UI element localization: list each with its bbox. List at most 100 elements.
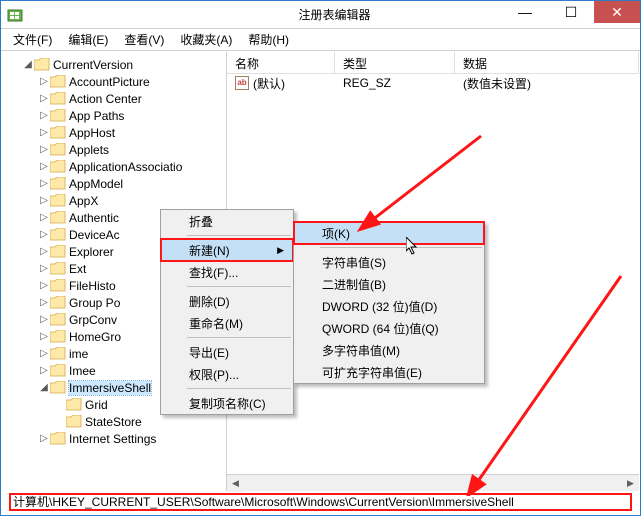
- maximize-button[interactable]: ☐: [548, 1, 594, 23]
- expander-icon[interactable]: ▷: [38, 76, 50, 87]
- tree-item[interactable]: ▷App Paths: [2, 107, 226, 124]
- expander-icon[interactable]: ▷: [38, 178, 50, 189]
- scroll-left-button[interactable]: ◀: [227, 476, 244, 492]
- ctx-delete[interactable]: 删除(D): [161, 290, 293, 312]
- tree-label: HomeGro: [69, 330, 121, 344]
- cell-type: REG_SZ: [335, 75, 455, 91]
- col-type[interactable]: 类型: [335, 52, 455, 73]
- submenu-arrow-icon: ▶: [277, 245, 284, 256]
- folder-icon: [50, 381, 66, 394]
- expander-icon[interactable]: ▷: [38, 144, 50, 155]
- list-row[interactable]: ab (默认) REG_SZ (数值未设置): [227, 74, 639, 92]
- expander-icon[interactable]: ▷: [38, 127, 50, 138]
- folder-icon: [50, 245, 66, 258]
- expander-icon[interactable]: ▷: [38, 314, 50, 325]
- tree-item[interactable]: ▷ Applets: [2, 141, 226, 158]
- expander-icon[interactable]: ▷: [38, 263, 50, 274]
- ctx-new-string[interactable]: 字符串值(S): [294, 251, 484, 273]
- folder-icon: [50, 364, 66, 377]
- menubar: 文件(F) 编辑(E) 查看(V) 收藏夹(A) 帮助(H): [1, 29, 640, 51]
- ctx-new-key[interactable]: 项(K): [294, 222, 484, 244]
- tree-label: ime: [69, 347, 88, 361]
- tree-item[interactable]: StateStore: [2, 413, 226, 430]
- expander-icon[interactable]: ▷: [38, 246, 50, 257]
- tree-item[interactable]: ▷ Internet Settings: [2, 430, 226, 447]
- scroll-right-button[interactable]: ▶: [622, 475, 639, 491]
- close-button[interactable]: ✕: [594, 1, 640, 23]
- folder-icon: [66, 415, 82, 428]
- expander-icon[interactable]: ▷: [38, 93, 50, 104]
- minimize-button[interactable]: —: [502, 1, 548, 23]
- tree-item[interactable]: ◢ CurrentVersion: [2, 56, 226, 73]
- folder-icon: [50, 177, 66, 190]
- col-name[interactable]: 名称: [227, 52, 335, 73]
- tree-label: Grid: [85, 398, 108, 412]
- cell-data: (数值未设置): [455, 74, 639, 93]
- ctx-new-binary[interactable]: 二进制值(B): [294, 273, 484, 295]
- tree-item[interactable]: ▷AccountPicture: [2, 73, 226, 90]
- expander-icon[interactable]: ▷: [38, 297, 50, 308]
- expander-icon[interactable]: ▷: [38, 195, 50, 206]
- folder-icon: [50, 432, 66, 445]
- tree-item[interactable]: ▷AppHost: [2, 124, 226, 141]
- expander-icon[interactable]: ▷: [38, 365, 50, 376]
- context-menu-new: 项(K) 字符串值(S) 二进制值(B) DWORD (32 位)值(D) QW…: [293, 221, 485, 384]
- ctx-collapse[interactable]: 折叠: [161, 210, 293, 232]
- expander-icon[interactable]: ▷: [38, 229, 50, 240]
- menu-file[interactable]: 文件(F): [5, 29, 60, 50]
- tree-label: ApplicationAssociatio: [69, 160, 182, 174]
- col-data[interactable]: 数据: [455, 52, 639, 73]
- tree-label: Action Center: [69, 92, 142, 106]
- folder-icon: [50, 330, 66, 343]
- expander-icon[interactable]: ▷: [38, 280, 50, 291]
- expander-icon[interactable]: ▷: [38, 331, 50, 342]
- menu-view[interactable]: 查看(V): [116, 29, 172, 50]
- expander-icon[interactable]: ▷: [38, 110, 50, 121]
- folder-icon: [50, 279, 66, 292]
- folder-icon: [50, 143, 66, 156]
- menu-help[interactable]: 帮助(H): [240, 29, 297, 50]
- ctx-new-multi[interactable]: 多字符串值(M): [294, 339, 484, 361]
- menu-edit[interactable]: 编辑(E): [60, 29, 116, 50]
- tree-label: AppModel: [69, 177, 123, 191]
- tree-label: FileHisto: [69, 279, 116, 293]
- folder-icon: [50, 126, 66, 139]
- context-menu-main: 折叠 新建(N)▶ 查找(F)... 删除(D) 重命名(M) 导出(E) 权限…: [160, 209, 294, 415]
- ctx-permissions[interactable]: 权限(P)...: [161, 363, 293, 385]
- expander-icon[interactable]: ◢: [38, 382, 50, 393]
- ctx-new-expand[interactable]: 可扩充字符串值(E): [294, 361, 484, 383]
- tree-label: CurrentVersion: [53, 58, 133, 72]
- cell-name: ab (默认): [227, 74, 335, 93]
- ctx-rename[interactable]: 重命名(M): [161, 312, 293, 334]
- expander-icon[interactable]: ▷: [38, 348, 50, 359]
- folder-icon: [50, 92, 66, 105]
- expander-icon[interactable]: ▷: [38, 433, 50, 444]
- value-name: (默认): [253, 75, 285, 92]
- tree-label: StateStore: [85, 415, 142, 429]
- folder-icon: [50, 75, 66, 88]
- tree-item[interactable]: ▷ AppModel: [2, 175, 226, 192]
- tree-label: Internet Settings: [69, 432, 156, 446]
- expander-icon[interactable]: ▷: [38, 161, 50, 172]
- ctx-find[interactable]: 查找(F)...: [161, 261, 293, 283]
- expander-icon[interactable]: ▷: [38, 212, 50, 223]
- folder-icon: [50, 228, 66, 241]
- folder-icon: [50, 313, 66, 326]
- horizontal-scrollbar[interactable]: ◀ ▶: [227, 474, 639, 491]
- titlebar[interactable]: 注册表编辑器 — ☐ ✕: [1, 1, 640, 29]
- tree-item[interactable]: ▷AppX: [2, 192, 226, 209]
- tree-label: Group Po: [69, 296, 120, 310]
- expander-icon[interactable]: ◢: [22, 59, 34, 70]
- ctx-copyname[interactable]: 复制项名称(C): [161, 392, 293, 414]
- menu-favorites[interactable]: 收藏夹(A): [172, 29, 240, 50]
- statusbar-path: 计算机\HKEY_CURRENT_USER\Software\Microsoft…: [9, 493, 632, 511]
- ctx-new[interactable]: 新建(N)▶: [161, 239, 293, 261]
- folder-icon: [50, 262, 66, 275]
- tree-label: Applets: [69, 143, 109, 157]
- ctx-new-qword[interactable]: QWORD (64 位)值(Q): [294, 317, 484, 339]
- folder-icon: [50, 347, 66, 360]
- ctx-export[interactable]: 导出(E): [161, 341, 293, 363]
- tree-item[interactable]: ▷ ApplicationAssociatio: [2, 158, 226, 175]
- tree-item[interactable]: ▷ Action Center: [2, 90, 226, 107]
- ctx-new-dword[interactable]: DWORD (32 位)值(D): [294, 295, 484, 317]
